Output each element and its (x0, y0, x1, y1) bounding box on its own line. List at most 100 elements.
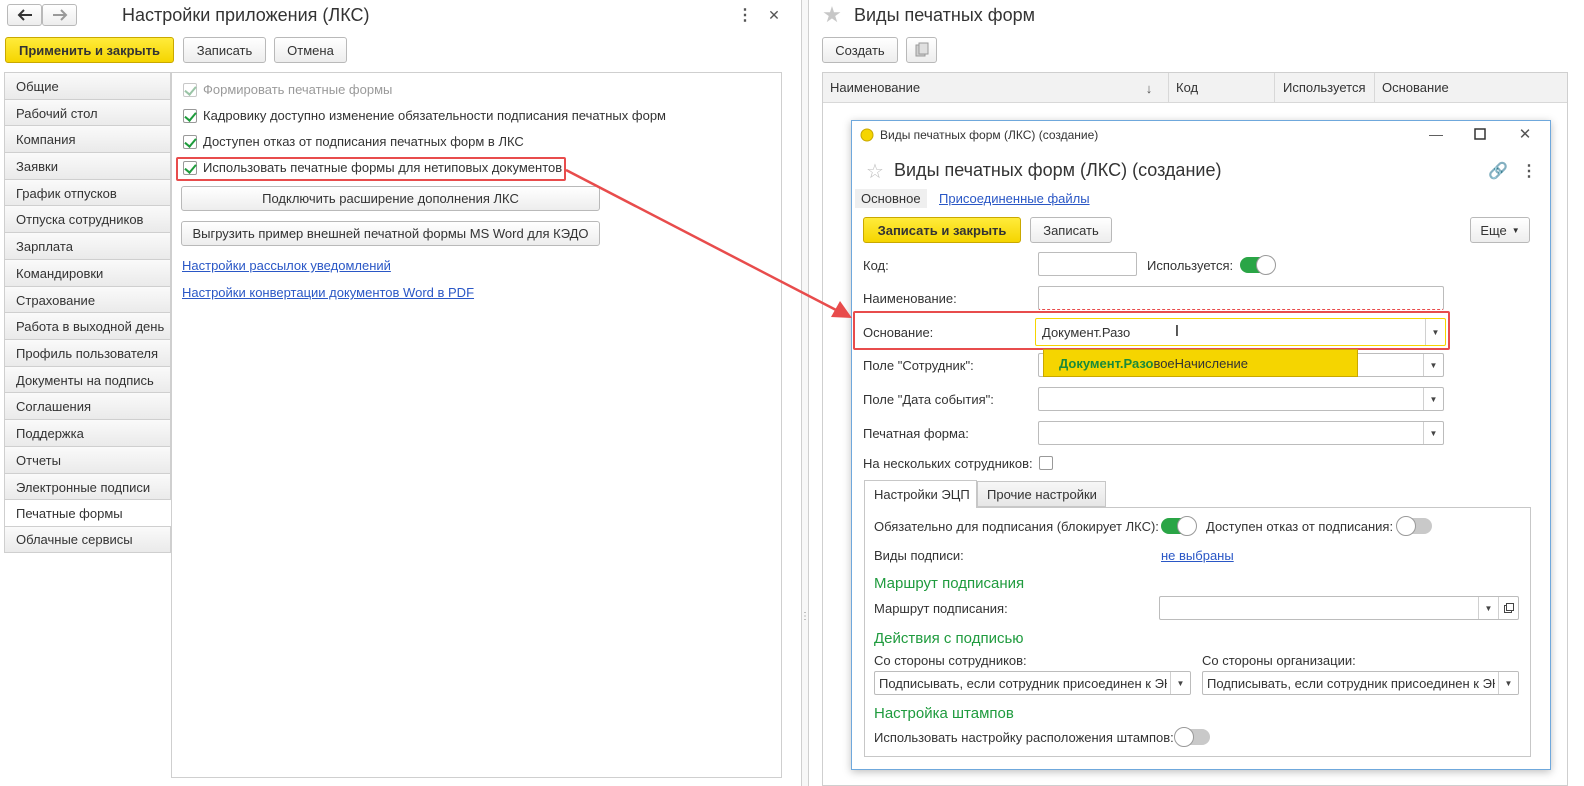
stamps-toggle[interactable] (1174, 727, 1210, 747)
hr-change-required-checkbox[interactable] (183, 109, 197, 123)
name-input[interactable] (1038, 286, 1444, 310)
app-logo-icon (860, 128, 874, 142)
column-divider (1274, 73, 1275, 103)
dialog-more-vertical-icon[interactable]: ⋮ (1521, 161, 1537, 181)
forward-button[interactable] (42, 4, 77, 26)
used-toggle[interactable] (1240, 255, 1276, 275)
minimize-icon[interactable]: — (1428, 126, 1444, 142)
arrow-left-icon (17, 9, 32, 21)
required-sign-toggle[interactable] (1161, 516, 1197, 536)
nav-item-print-forms[interactable]: Печатные формы (4, 499, 171, 526)
nav-item-e-signatures[interactable]: Электронные подписи (4, 473, 171, 500)
nav-item-business-trips[interactable]: Командировки (4, 259, 171, 286)
refuse-signing-label: Доступен отказ от подписания печатных фо… (203, 134, 524, 149)
route-section-heading: Маршрут подписания (874, 575, 1025, 592)
event-date-input[interactable]: ▼ (1038, 387, 1444, 411)
save-close-button[interactable]: Записать и закрыть (863, 217, 1021, 243)
nav-item-user-profile[interactable]: Профиль пользователя (4, 339, 171, 366)
cancel-button[interactable]: Отмена (274, 37, 347, 63)
notification-settings-link[interactable]: Настройки рассылок уведомлений (182, 258, 391, 273)
nav-item-weekend-work[interactable]: Работа в выходной день (4, 312, 171, 339)
nav-item-salary[interactable]: Зарплата (4, 232, 171, 259)
apply-close-button[interactable]: Применить и закрыть (5, 37, 174, 63)
export-example-button[interactable]: Выгрузить пример внешней печатной формы … (181, 221, 600, 246)
nav-item-requests[interactable]: Заявки (4, 152, 171, 179)
create-button[interactable]: Создать (822, 37, 898, 63)
nav-item-docs-to-sign[interactable]: Документы на подпись (4, 366, 171, 393)
print-form-dropdown-icon[interactable]: ▼ (1423, 422, 1443, 444)
connect-extension-button[interactable]: Подключить расширение дополнения ЛКС (181, 186, 600, 211)
nav-item-cloud-services[interactable]: Облачные сервисы (4, 526, 171, 553)
autocomplete-item[interactable]: Документ.Разо воеНачисление (1043, 349, 1358, 377)
nav-item-company[interactable]: Компания (4, 125, 171, 152)
sign-types-label: Виды подписи: (874, 548, 964, 563)
generate-print-forms-checkbox[interactable] (183, 83, 197, 97)
nav-item-support[interactable]: Поддержка (4, 419, 171, 446)
autocomplete-rest: воеНачисление (1153, 355, 1249, 371)
column-code[interactable]: Код (1176, 80, 1198, 95)
used-label: Используется: (1147, 258, 1234, 273)
multi-employees-label: На нескольких сотрудников: (863, 456, 1033, 471)
required-sign-label: Обязательно для подписания (блокирует ЛК… (874, 519, 1159, 534)
code-input[interactable] (1038, 252, 1137, 276)
employees-side-label: Со стороны сотрудников: (874, 653, 1027, 668)
sign-types-link[interactable]: не выбраны (1161, 548, 1234, 563)
code-label: Код: (863, 258, 889, 273)
refuse-sign-toggle[interactable] (1396, 516, 1432, 536)
favorite-star-icon[interactable]: ☆ (864, 160, 886, 183)
dialog-form-title: Виды печатных форм (ЛКС) (создание) (894, 160, 1222, 180)
route-input[interactable]: ▼ (1159, 596, 1519, 620)
employee-field-label: Поле "Сотрудник": (863, 358, 974, 373)
star-icon[interactable]: ★ (820, 2, 844, 27)
employees-side-value: Подписывать, если сотрудник присоединен … (879, 676, 1167, 691)
actions-section-heading: Действия с подписью (874, 630, 1024, 647)
column-used[interactable]: Используется (1283, 80, 1366, 95)
route-dropdown-icon[interactable]: ▼ (1478, 597, 1498, 619)
route-label: Маршрут подписания: (874, 601, 1008, 616)
org-side-value: Подписывать, если сотрудник присоединен … (1207, 676, 1495, 691)
nav-item-reports[interactable]: Отчеты (4, 446, 171, 473)
highlight-box-basis (853, 311, 1450, 350)
nav-item-general[interactable]: Общие (4, 72, 171, 99)
highlight-box-checkbox (176, 157, 566, 181)
link-icon[interactable]: 🔗 (1488, 161, 1508, 181)
route-open-icon[interactable] (1498, 597, 1518, 619)
save-button[interactable]: Записать (183, 37, 266, 63)
copy-button[interactable] (906, 37, 937, 63)
multi-employees-checkbox[interactable] (1039, 456, 1053, 470)
column-divider (1168, 73, 1169, 103)
more-button[interactable]: Еще ▼ (1470, 217, 1530, 243)
tab-attached-files[interactable]: Присоединенные файлы (939, 191, 1090, 206)
dialog-save-button[interactable]: Записать (1030, 217, 1112, 243)
stamps-section-heading: Настройка штампов (874, 705, 1014, 722)
more-vertical-icon[interactable]: ⋮ (737, 6, 753, 24)
refuse-signing-checkbox[interactable] (183, 135, 197, 149)
close-icon[interactable]: ✕ (766, 6, 782, 24)
nav-item-desktop[interactable]: Рабочий стол (4, 99, 171, 126)
chevron-down-icon: ▼ (1511, 225, 1520, 235)
dialog-close-icon[interactable]: ✕ (1517, 126, 1533, 143)
back-button[interactable] (7, 4, 42, 26)
nav-item-employee-vacations[interactable]: Отпуска сотрудников (4, 205, 171, 232)
nav-item-vacation-schedule[interactable]: График отпусков (4, 179, 171, 206)
generate-print-forms-label: Формировать печатные формы (203, 82, 393, 97)
more-button-label: Еще (1480, 222, 1507, 238)
print-form-input[interactable]: ▼ (1038, 421, 1444, 445)
event-date-dropdown-icon[interactable]: ▼ (1423, 388, 1443, 410)
employees-side-select[interactable]: Подписывать, если сотрудник присоединен … (874, 671, 1191, 695)
org-side-dropdown-icon[interactable]: ▼ (1498, 672, 1518, 694)
employees-side-dropdown-icon[interactable]: ▼ (1170, 672, 1190, 694)
copy-icon (915, 42, 928, 57)
employee-dropdown-icon[interactable]: ▼ (1423, 354, 1443, 376)
column-basis[interactable]: Основание (1382, 80, 1449, 95)
column-name[interactable]: Наименование (830, 80, 920, 95)
print-form-label: Печатная форма: (863, 426, 969, 441)
org-side-select[interactable]: Подписывать, если сотрудник присоединен … (1202, 671, 1519, 695)
maximize-icon[interactable] (1472, 126, 1488, 142)
tab-main-label: Основное (861, 191, 921, 206)
nav-item-agreements[interactable]: Соглашения (4, 392, 171, 419)
window-splitter[interactable] (801, 0, 809, 786)
word-pdf-settings-link[interactable]: Настройки конвертации документов Word в … (182, 285, 474, 300)
stamps-label: Использовать настройку расположения штам… (874, 730, 1174, 745)
nav-item-insurance[interactable]: Страхование (4, 286, 171, 313)
